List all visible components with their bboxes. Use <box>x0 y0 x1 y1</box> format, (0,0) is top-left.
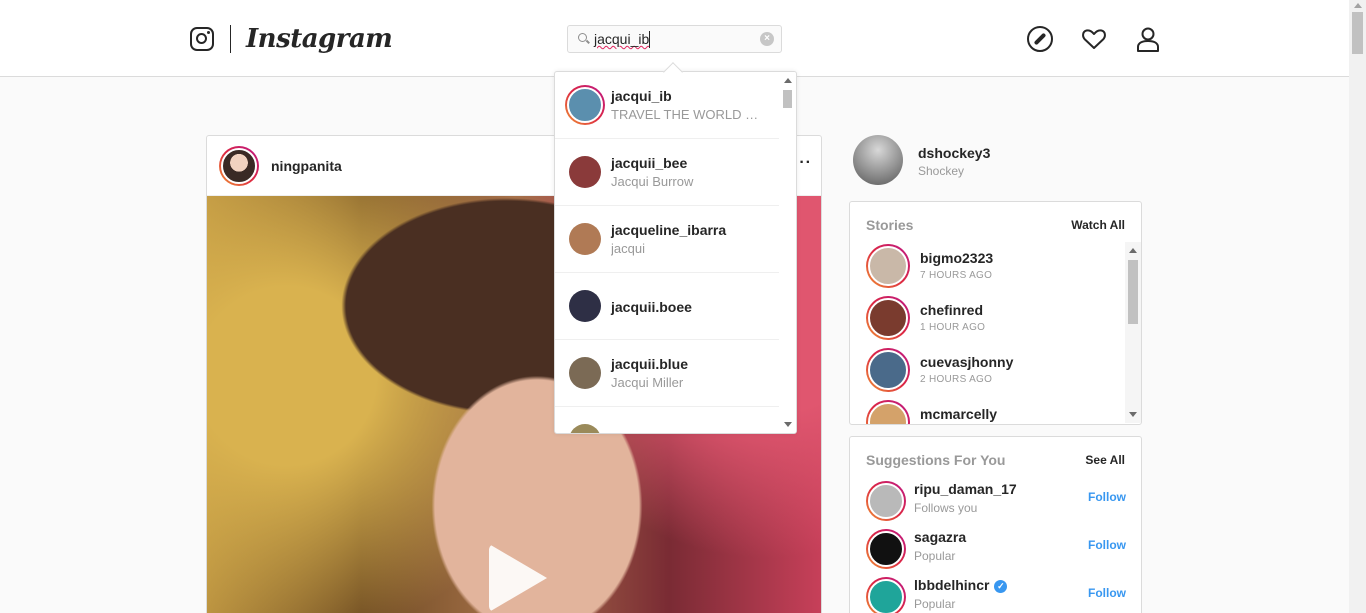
story-avatar[interactable] <box>866 400 910 424</box>
suggestion-username-text[interactable]: sagazra <box>914 529 966 545</box>
result-username: jacquii_bee <box>611 155 688 171</box>
suggestion-avatar[interactable] <box>866 577 906 613</box>
suggestion-reason: Follows you <box>914 501 978 515</box>
story-timestamp: 7 HOURS AGO <box>920 270 993 281</box>
my-username[interactable]: dshockey3 <box>918 145 990 161</box>
suggestion-username[interactable]: sagazra <box>914 529 966 545</box>
result-avatar[interactable] <box>569 156 601 188</box>
story-item[interactable]: chefinred 1 HOUR AGO <box>866 296 1126 348</box>
story-avatar[interactable] <box>866 296 910 340</box>
story-username: bigmo2323 <box>920 250 994 266</box>
explore-compass-icon[interactable] <box>1027 26 1053 52</box>
story-timestamp: 1 HOUR AGO <box>920 322 986 333</box>
suggestion-username[interactable]: ripu_daman_17 <box>914 481 1017 497</box>
search-query[interactable]: jacqui_ib <box>594 31 649 47</box>
search-icon <box>578 33 587 42</box>
scroll-down-arrow-icon[interactable] <box>784 422 792 427</box>
instagram-wordmark[interactable]: Instagram <box>246 24 393 54</box>
result-avatar[interactable] <box>569 357 601 389</box>
story-avatar[interactable] <box>866 244 910 288</box>
result-avatar[interactable] <box>569 290 601 322</box>
suggestion-avatar[interactable] <box>866 529 906 569</box>
follow-button[interactable]: Follow <box>1088 538 1126 552</box>
result-subtitle: jacqui <box>611 241 645 256</box>
dropdown-scrollbar[interactable] <box>779 72 796 433</box>
result-username: jacquii_b <box>611 433 672 434</box>
scroll-up-arrow-icon[interactable] <box>1354 3 1362 8</box>
stories-panel: Stories Watch All bigmo2323 7 HOURS AGO ch… <box>849 201 1142 425</box>
story-username: cuevasjhonny <box>920 354 1014 370</box>
instagram-camera-icon[interactable] <box>190 27 214 51</box>
suggestion-item: ripu_daman_17 Follows you Follow <box>866 481 1126 525</box>
search-result-item[interactable]: jacquii.blue Jacqui Miller <box>555 340 781 407</box>
scrollbar-thumb[interactable] <box>783 90 792 108</box>
follow-button[interactable]: Follow <box>1088 586 1126 600</box>
see-all-button[interactable]: See All <box>1085 453 1125 467</box>
result-subtitle: Jacqui Miller <box>611 375 684 390</box>
profile-person-icon[interactable] <box>1135 26 1161 52</box>
search-result-item[interactable]: jacquii.boee <box>555 273 781 340</box>
result-username: jacqui_ib <box>611 88 672 104</box>
logo-divider <box>230 25 231 53</box>
suggestion-item: lbbdelhincr ✓ Popular Follow <box>866 577 1126 613</box>
story-item[interactable]: cuevasjhonny 2 HOURS AGO <box>866 348 1126 400</box>
stories-title: Stories <box>866 217 914 233</box>
result-subtitle: TRAVEL THE WORLD 🌍 ... <box>611 107 766 122</box>
result-username: jacquii.blue <box>611 356 689 372</box>
clear-search-icon[interactable]: × <box>760 32 774 46</box>
search-result-item[interactable]: jacqueline_ibarrajacqui <box>555 206 781 273</box>
story-avatar[interactable] <box>866 348 910 392</box>
activity-heart-icon[interactable] <box>1081 26 1107 52</box>
scrollbar-thumb[interactable] <box>1128 260 1138 324</box>
scroll-down-arrow-icon[interactable] <box>1129 412 1137 417</box>
search-results-dropdown: jacqui_ib TRAVEL THE WORLD 🌍 ... jacquii_b… <box>554 71 797 434</box>
result-username: jacquii.boee <box>611 299 692 315</box>
result-subtitle: Jacqui Burrow <box>611 174 694 189</box>
search-input[interactable]: jacqui_ib × <box>567 25 782 53</box>
suggestion-item: sagazra Popular Follow <box>866 529 1126 573</box>
story-timestamp: 2 HOURS AGO <box>920 374 993 385</box>
play-icon[interactable] <box>489 544 547 612</box>
my-full-name: Shockey <box>918 164 965 178</box>
scroll-up-arrow-icon[interactable] <box>1129 248 1137 253</box>
verified-badge-icon: ✓ <box>994 580 1008 593</box>
suggestion-reason: Popular <box>914 549 956 563</box>
scroll-up-arrow-icon[interactable] <box>784 78 792 83</box>
suggestion-reason: Popular <box>914 597 956 611</box>
result-avatar[interactable] <box>569 223 601 255</box>
post-author-avatar[interactable] <box>219 146 259 186</box>
suggestions-title: Suggestions For You <box>866 452 1006 468</box>
post-author-username[interactable]: ningpanita <box>271 158 342 174</box>
watch-all-button[interactable]: Watch All <box>1071 218 1125 232</box>
story-item[interactable]: mcmarcelly <box>866 400 1126 424</box>
suggestion-avatar[interactable] <box>866 481 906 521</box>
result-avatar[interactable] <box>565 85 605 125</box>
story-username: chefinred <box>920 302 984 318</box>
suggestion-username-text[interactable]: ripu_daman_17 <box>914 481 1017 497</box>
page-scrollbar[interactable] <box>1349 0 1366 613</box>
story-username: mcmarcelly <box>920 406 998 422</box>
search-result-item[interactable]: jacquii_b <box>555 407 781 434</box>
stories-scrollbar[interactable] <box>1125 242 1141 423</box>
suggestion-username-text[interactable]: lbbdelhincr <box>914 577 989 593</box>
result-avatar[interactable] <box>569 424 601 433</box>
text-caret <box>649 31 650 48</box>
suggestions-panel: Suggestions For You See All ripu_daman_1… <box>849 436 1142 613</box>
search-result-item[interactable]: jacquii_bee Jacqui Burrow <box>555 139 781 206</box>
my-profile-avatar[interactable] <box>853 135 903 185</box>
follow-button[interactable]: Follow <box>1088 490 1126 504</box>
search-result-item[interactable]: jacqui_ib TRAVEL THE WORLD 🌍 ... <box>555 72 781 139</box>
suggestion-username[interactable]: lbbdelhincr ✓ <box>914 577 1008 593</box>
story-item[interactable]: bigmo2323 7 HOURS AGO <box>866 244 1126 296</box>
scrollbar-thumb[interactable] <box>1352 12 1363 54</box>
result-username: jacqueline_ibarra <box>611 222 727 238</box>
